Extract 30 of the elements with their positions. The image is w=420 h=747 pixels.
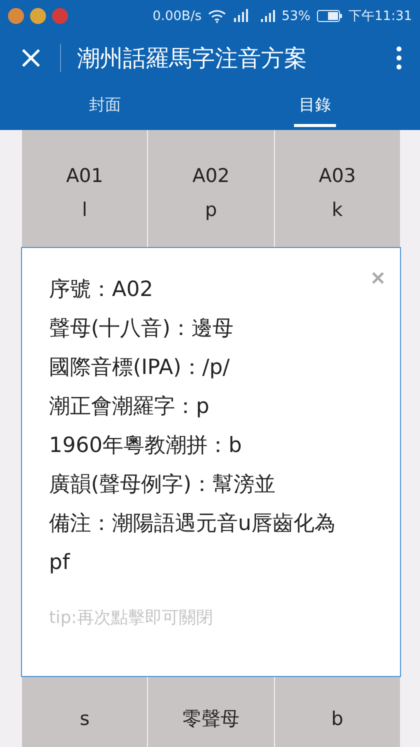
entry-initial: b: [331, 707, 344, 731]
app-notification-icon: [8, 8, 24, 24]
signal-icon: [260, 9, 276, 23]
close-tip: tip:再次點擊即可關閉: [49, 607, 214, 629]
entry-initial: l: [82, 198, 88, 222]
page-title: 潮州話羅馬字注音方案: [77, 44, 308, 74]
detail-line: 1960年粵教潮拼：b: [49, 432, 243, 459]
clock-time: 下午11:31: [348, 8, 412, 25]
wifi-icon: [208, 9, 226, 23]
battery-icon: [316, 10, 343, 22]
entry-initial: p: [204, 198, 218, 222]
more-icon[interactable]: [396, 46, 402, 70]
app-notification-icon: [52, 8, 68, 24]
detail-line: 國際音標(IPA)：/p/: [49, 354, 231, 381]
detail-line: 潮正會潮羅字：p: [49, 393, 210, 420]
entry-initial: k: [332, 198, 343, 222]
tab[interactable]: 封面: [0, 84, 210, 130]
app-notification-icon: [30, 8, 46, 24]
battery-percent: 53%: [282, 8, 311, 24]
entry-code: A02: [192, 164, 230, 188]
entry-initial: s: [80, 707, 90, 731]
network-speed: 0.00B/s: [152, 8, 202, 24]
detail-line: 備注：潮陽語遇元音u唇齒化為pf: [49, 510, 336, 576]
detail-line: 聲母(十八音)：邊母: [49, 315, 234, 342]
tab[interactable]: 目錄: [210, 84, 420, 130]
detail-line: 序號：A02: [49, 276, 154, 303]
entry-initial: 零聲母: [182, 707, 240, 731]
entry-code: A01: [66, 164, 104, 188]
detail-line: 廣韻(聲母例字)：幫滂並: [49, 471, 276, 498]
entry-code: A03: [318, 164, 356, 188]
